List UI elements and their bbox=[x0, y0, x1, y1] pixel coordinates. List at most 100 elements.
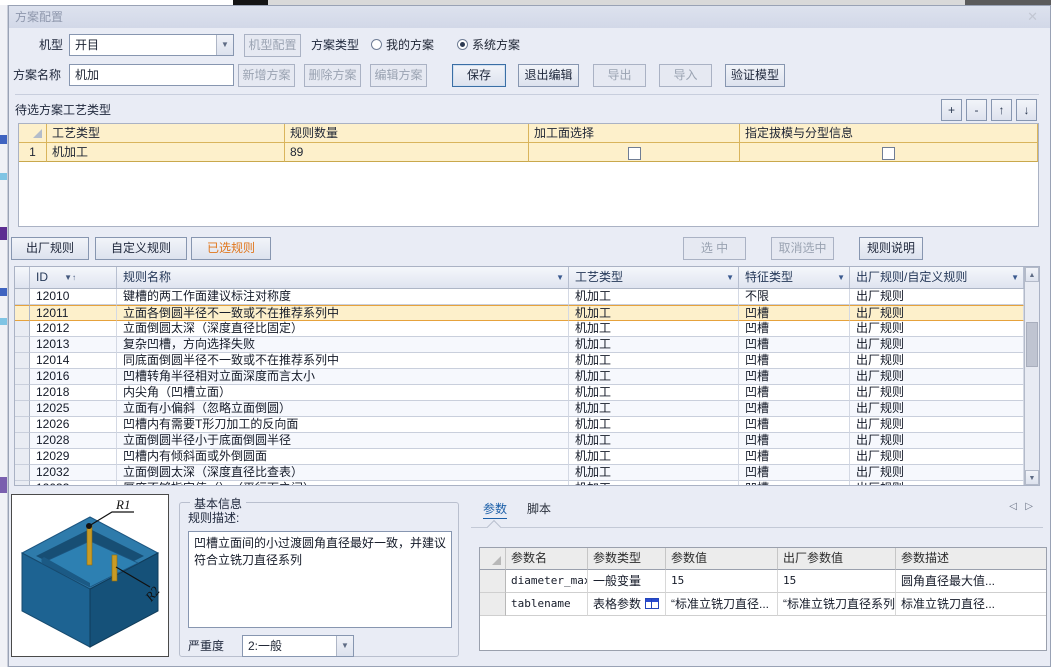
col-rule-name[interactable]: 规则名称▼ bbox=[117, 267, 569, 288]
machine-config-button[interactable]: 机型配置 bbox=[244, 34, 301, 57]
filter-icon[interactable]: ▼ bbox=[556, 267, 564, 288]
col-param-desc[interactable]: 参数描述 bbox=[896, 548, 1047, 570]
severity-combo[interactable]: 2:一般 ▼ bbox=[242, 635, 354, 657]
param-table-body: diameter_max一般变量1515圆角直径最大值...tablename表… bbox=[480, 570, 1046, 616]
selected-rules-button[interactable]: 已选规则 bbox=[191, 237, 271, 260]
tab-script[interactable]: 脚本 bbox=[527, 499, 551, 519]
delete-scheme-button[interactable]: 删除方案 bbox=[304, 64, 361, 87]
rule-count-cell: 89 bbox=[285, 143, 529, 162]
col-process-type[interactable]: 工艺类型 bbox=[47, 124, 285, 143]
sort-icon[interactable]: ▼↑ bbox=[64, 267, 76, 288]
close-icon[interactable]: ✕ bbox=[1027, 6, 1038, 28]
row-selector[interactable] bbox=[15, 305, 30, 321]
param-desc-cell: 标准立铣刀直径... bbox=[896, 593, 1047, 616]
table-row[interactable]: 12026凹槽内有需要T形刀加工的反向面机加工凹槽出厂规则 bbox=[15, 417, 1024, 433]
edit-scheme-button[interactable]: 编辑方案 bbox=[370, 64, 427, 87]
col-face-select[interactable]: 加工面选择 bbox=[529, 124, 740, 143]
filter-icon[interactable]: ▼ bbox=[726, 267, 734, 288]
row-selector[interactable] bbox=[15, 433, 30, 449]
select-button[interactable]: 选 中 bbox=[683, 237, 746, 260]
row-selector[interactable] bbox=[15, 353, 30, 369]
row-selector[interactable] bbox=[15, 369, 30, 385]
table-row[interactable]: tablename表格参数“标准立铣刀直径...“标准立铣刀直径系列”标准立铣刀… bbox=[480, 593, 1046, 616]
rule-desc-text[interactable]: 凹槽立面间的小过渡圆角直径最好一致，并建议符合立铣刀直径系列 bbox=[188, 531, 452, 628]
table-row[interactable]: 12016凹槽转角半径相对立面深度而言太小机加工凹槽出厂规则 bbox=[15, 369, 1024, 385]
row-selector[interactable] bbox=[480, 593, 506, 616]
table-row[interactable]: 12025立面有小偏斜（忽略立面倒圆）机加工凹槽出厂规则 bbox=[15, 401, 1024, 417]
table-row[interactable]: 12011立面各倒圆半径不一致或不在推荐系列中机加工凹槽出厂规则 bbox=[15, 305, 1024, 321]
remove-row-button[interactable]: - bbox=[966, 99, 987, 121]
chevron-down-icon[interactable]: ▼ bbox=[336, 636, 353, 656]
table-row[interactable]: 12014同底面倒圆半径不一致或不在推荐系列中机加工凹槽出厂规则 bbox=[15, 353, 1024, 369]
col-id[interactable]: ID▼↑ bbox=[30, 267, 117, 288]
col-process[interactable]: 工艺类型▼ bbox=[569, 267, 739, 288]
factory-value-cell: 15 bbox=[778, 570, 896, 593]
tab-prev-icon[interactable]: ◁ bbox=[1009, 501, 1023, 512]
exit-edit-button[interactable]: 退出编辑 bbox=[518, 64, 579, 87]
filter-icon[interactable]: ▼ bbox=[837, 267, 845, 288]
rule-process-cell: 机加工 bbox=[569, 305, 739, 321]
factory-rules-button[interactable]: 出厂规则 bbox=[11, 237, 89, 260]
machine-type-combo[interactable]: 开目 ▼ bbox=[69, 34, 234, 56]
rule-feature-cell: 凹槽 bbox=[739, 417, 850, 433]
rule-id-cell: 12018 bbox=[30, 385, 117, 401]
col-origin[interactable]: 出厂规则/自定义规则▼ bbox=[850, 267, 1024, 288]
export-button[interactable]: 导出 bbox=[593, 64, 646, 87]
deselect-button[interactable]: 取消选中 bbox=[771, 237, 834, 260]
row-selector[interactable] bbox=[15, 401, 30, 417]
row-selector[interactable] bbox=[15, 289, 30, 305]
face-select-checkbox[interactable] bbox=[628, 147, 641, 160]
table-row[interactable]: diameter_max一般变量1515圆角直径最大值... bbox=[480, 570, 1046, 593]
col-feature[interactable]: 特征类型▼ bbox=[739, 267, 850, 288]
table-row[interactable]: 12033厚度不够指定值（），（平行面之间）机加工凹槽出厂规则 bbox=[15, 481, 1024, 485]
table-param-icon[interactable] bbox=[645, 598, 659, 609]
row-selector[interactable] bbox=[15, 385, 30, 401]
import-button[interactable]: 导入 bbox=[659, 64, 712, 87]
scrollbar-thumb[interactable] bbox=[1026, 322, 1038, 367]
move-down-button[interactable]: ↓ bbox=[1016, 99, 1037, 121]
filter-icon[interactable]: ▼ bbox=[1011, 267, 1019, 288]
row-selector[interactable] bbox=[15, 337, 30, 353]
save-button[interactable]: 保存 bbox=[452, 64, 506, 87]
table-row[interactable]: 12013复杂凹槽，方向选择失败机加工凹槽出厂规则 bbox=[15, 337, 1024, 353]
col-draft-info[interactable]: 指定拔模与分型信息 bbox=[740, 124, 1038, 143]
rules-table-body: 12010键槽的两工作面建议标注对称度机加工不限出厂规则12011立面各倒圆半径… bbox=[15, 289, 1024, 485]
dialog-titlebar[interactable]: 方案配置 ✕ bbox=[9, 6, 1050, 28]
col-rule-count[interactable]: 规则数量 bbox=[285, 124, 529, 143]
add-scheme-button[interactable]: 新增方案 bbox=[238, 64, 295, 87]
draft-info-checkbox[interactable] bbox=[882, 147, 895, 160]
scroll-up-icon[interactable]: ▲ bbox=[1025, 267, 1039, 282]
scroll-down-icon[interactable]: ▼ bbox=[1025, 470, 1039, 485]
add-row-button[interactable]: + bbox=[941, 99, 962, 121]
tab-parameters[interactable]: 参数 bbox=[483, 499, 507, 519]
row-selector[interactable] bbox=[15, 449, 30, 465]
col-param-type[interactable]: 参数类型 bbox=[588, 548, 666, 570]
validate-model-button[interactable]: 验证模型 bbox=[725, 64, 785, 87]
table-row[interactable]: 1机加工89 bbox=[19, 143, 1038, 162]
col-param-value[interactable]: 参数值 bbox=[666, 548, 778, 570]
tab-next-icon[interactable]: ▷ bbox=[1025, 501, 1039, 512]
scheme-name-input[interactable]: 机加 bbox=[69, 64, 234, 86]
row-selector[interactable] bbox=[15, 465, 30, 481]
custom-rules-button[interactable]: 自定义规则 bbox=[95, 237, 187, 260]
radio-my-scheme[interactable]: 我的方案 bbox=[371, 34, 434, 56]
table-row[interactable]: 12018内尖角（凹槽立面）机加工凹槽出厂规则 bbox=[15, 385, 1024, 401]
row-selector[interactable] bbox=[15, 417, 30, 433]
table-row[interactable]: 12028立面倒圆半径小于底面倒圆半径机加工凹槽出厂规则 bbox=[15, 433, 1024, 449]
row-selector[interactable] bbox=[480, 570, 506, 593]
col-param-name[interactable]: 参数名 bbox=[506, 548, 588, 570]
vertical-scrollbar[interactable]: ▲ ▼ bbox=[1024, 267, 1039, 485]
table-row[interactable]: 12032立面倒圆太深（深度直径比查表）机加工凹槽出厂规则 bbox=[15, 465, 1024, 481]
chevron-down-icon[interactable]: ▼ bbox=[216, 35, 233, 55]
table-row[interactable]: 12010键槽的两工作面建议标注对称度机加工不限出厂规则 bbox=[15, 289, 1024, 305]
row-selector[interactable] bbox=[15, 481, 30, 485]
select-all-corner[interactable] bbox=[19, 124, 47, 143]
col-factory-value[interactable]: 出厂参数值 bbox=[778, 548, 896, 570]
move-up-button[interactable]: ↑ bbox=[991, 99, 1012, 121]
row-selector[interactable] bbox=[15, 321, 30, 337]
table-row[interactable]: 12012立面倒圆太深（深度直径比固定）机加工凹槽出厂规则 bbox=[15, 321, 1024, 337]
radio-system-scheme[interactable]: 系统方案 bbox=[457, 34, 520, 56]
rule-explain-button[interactable]: 规则说明 bbox=[859, 237, 923, 260]
scheme-name-value: 机加 bbox=[75, 65, 99, 85]
table-row[interactable]: 12029凹槽内有倾斜面或外倒圆面机加工凹槽出厂规则 bbox=[15, 449, 1024, 465]
